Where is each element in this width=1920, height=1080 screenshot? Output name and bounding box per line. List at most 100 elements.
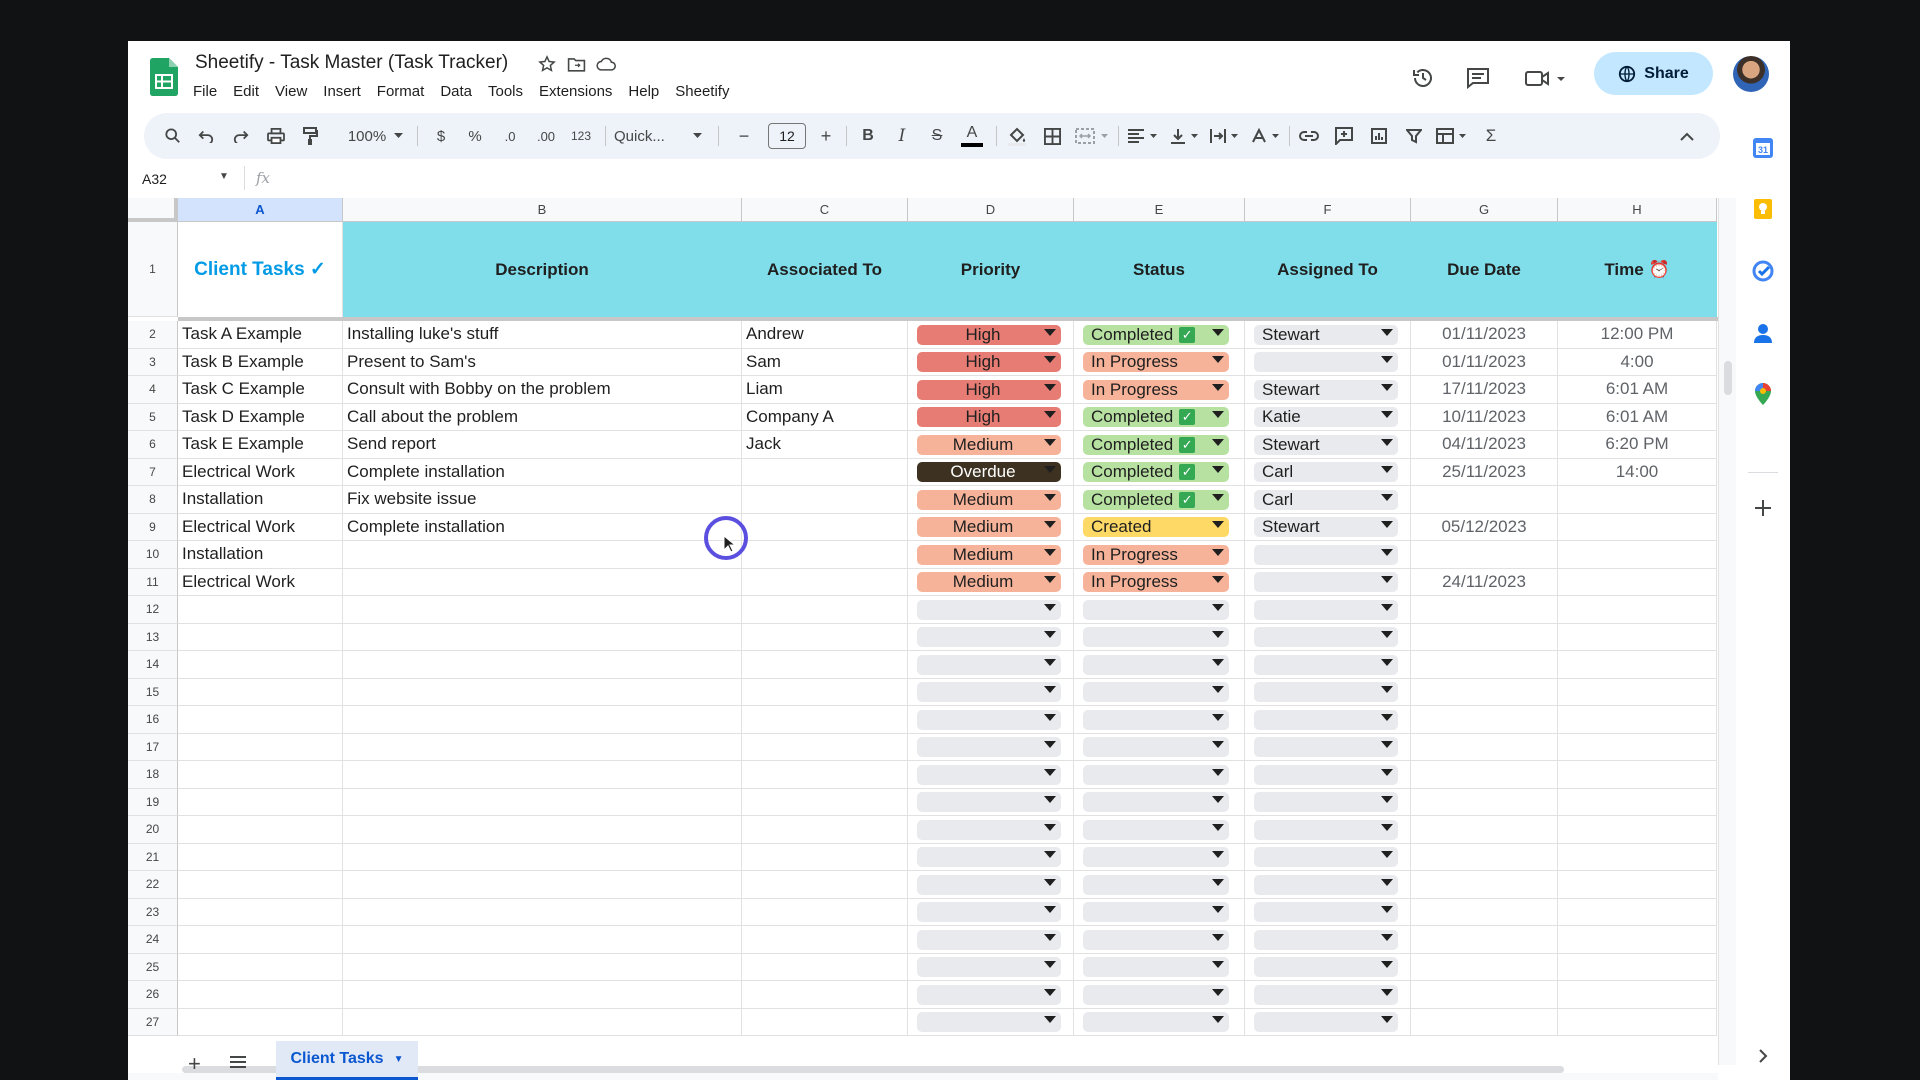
collapse-menus-icon[interactable] <box>1674 113 1700 159</box>
priority-dropdown[interactable] <box>917 764 1061 785</box>
move-folder-icon[interactable] <box>564 52 588 76</box>
cell-desc[interactable] <box>343 651 742 679</box>
cell-assoc[interactable] <box>742 871 908 899</box>
cell-due[interactable] <box>1411 761 1558 789</box>
cell-assoc[interactable] <box>742 541 908 569</box>
row-header[interactable]: 12 <box>128 596 178 624</box>
priority-dropdown[interactable]: Medium <box>917 517 1061 538</box>
insert-chart-icon[interactable] <box>1366 113 1392 159</box>
cell-desc[interactable]: Fix website issue <box>343 486 742 514</box>
dropdown-arrow-icon[interactable] <box>1044 383 1056 391</box>
assigned-dropdown[interactable] <box>1254 902 1398 923</box>
dropdown-arrow-icon[interactable] <box>1381 768 1393 776</box>
cell-assoc[interactable] <box>742 623 908 651</box>
cell-task[interactable]: Electrical Work <box>178 458 343 486</box>
insert-link-icon[interactable] <box>1296 113 1322 159</box>
dropdown-arrow-icon[interactable] <box>1381 438 1393 446</box>
dropdown-arrow-icon[interactable] <box>1212 411 1224 419</box>
dropdown-arrow-icon[interactable] <box>1044 631 1056 639</box>
priority-dropdown[interactable]: High <box>917 324 1061 345</box>
cell-task[interactable]: Installation <box>178 541 343 569</box>
maps-icon[interactable] <box>1750 381 1776 407</box>
italic-button[interactable]: I <box>890 113 914 159</box>
sheet-tab-dropdown-icon[interactable]: ▼ <box>394 1054 404 1065</box>
cell-task[interactable] <box>178 926 343 954</box>
dropdown-arrow-icon[interactable] <box>1381 796 1393 804</box>
dropdown-arrow-icon[interactable] <box>1044 328 1056 336</box>
assigned-dropdown[interactable] <box>1254 792 1398 813</box>
status-dropdown[interactable]: In Progress <box>1083 544 1229 565</box>
cell-task[interactable] <box>178 706 343 734</box>
assigned-dropdown[interactable] <box>1254 874 1398 895</box>
menu-help[interactable]: Help <box>620 81 667 102</box>
filter-icon[interactable] <box>1401 113 1427 159</box>
row-header[interactable]: 11 <box>128 568 178 596</box>
text-color-button[interactable]: A <box>959 113 985 159</box>
dropdown-arrow-icon[interactable] <box>1212 796 1224 804</box>
sheets-logo-icon[interactable] <box>150 58 178 96</box>
filter-views-icon[interactable] <box>1434 113 1472 159</box>
cell-time[interactable] <box>1558 706 1717 734</box>
font-family-select[interactable]: Quick... <box>614 113 686 159</box>
dropdown-arrow-icon[interactable] <box>1381 603 1393 611</box>
priority-dropdown[interactable]: Overdue <box>917 462 1061 483</box>
header-cell-b[interactable]: Description <box>343 222 742 317</box>
priority-dropdown[interactable] <box>917 627 1061 648</box>
priority-dropdown[interactable] <box>917 819 1061 840</box>
merge-cells-icon[interactable] <box>1073 113 1113 159</box>
status-dropdown[interactable]: Completed ✓ <box>1083 407 1229 428</box>
dropdown-arrow-icon[interactable] <box>1044 521 1056 529</box>
header-cell-e[interactable]: Status <box>1074 222 1245 317</box>
version-history-icon[interactable] <box>1406 61 1440 95</box>
status-dropdown[interactable] <box>1083 599 1229 620</box>
paint-format-icon[interactable] <box>297 113 323 159</box>
dropdown-arrow-icon[interactable] <box>1212 521 1224 529</box>
cell-time[interactable]: 6:01 AM <box>1558 403 1717 431</box>
dropdown-arrow-icon[interactable] <box>1212 686 1224 694</box>
status-dropdown[interactable]: Completed ✓ <box>1083 489 1229 510</box>
dropdown-arrow-icon[interactable] <box>1044 796 1056 804</box>
cell-time[interactable]: 4:00 <box>1558 348 1717 376</box>
status-dropdown[interactable] <box>1083 764 1229 785</box>
priority-dropdown[interactable] <box>917 847 1061 868</box>
dropdown-arrow-icon[interactable] <box>1044 988 1056 996</box>
currency-format-button[interactable]: $ <box>428 113 454 159</box>
cell-due[interactable]: 24/11/2023 <box>1411 568 1558 596</box>
cell-task[interactable]: Task C Example <box>178 376 343 404</box>
cell-time[interactable] <box>1558 623 1717 651</box>
status-dropdown[interactable] <box>1083 984 1229 1005</box>
dropdown-arrow-icon[interactable] <box>1381 878 1393 886</box>
dropdown-arrow-icon[interactable] <box>1044 713 1056 721</box>
star-icon[interactable] <box>535 52 559 76</box>
assigned-dropdown[interactable]: Carl <box>1254 489 1398 510</box>
status-dropdown[interactable] <box>1083 792 1229 813</box>
cell-due[interactable] <box>1411 733 1558 761</box>
dropdown-arrow-icon[interactable] <box>1044 548 1056 556</box>
cell-assoc[interactable] <box>742 898 908 926</box>
cell-due[interactable]: 01/11/2023 <box>1411 321 1558 349</box>
share-button[interactable]: Share <box>1594 52 1713 95</box>
cell-assoc[interactable] <box>742 568 908 596</box>
cell-time[interactable] <box>1558 733 1717 761</box>
row-header[interactable]: 13 <box>128 623 178 651</box>
priority-dropdown[interactable]: Medium <box>917 544 1061 565</box>
dropdown-arrow-icon[interactable] <box>1381 493 1393 501</box>
fill-color-icon[interactable] <box>1004 113 1030 159</box>
cell-due[interactable] <box>1411 623 1558 651</box>
cell-desc[interactable] <box>343 678 742 706</box>
column-header-d[interactable]: D <box>908 198 1074 222</box>
dropdown-arrow-icon[interactable] <box>1381 631 1393 639</box>
status-dropdown[interactable]: In Progress <box>1083 379 1229 400</box>
assigned-dropdown[interactable] <box>1254 544 1398 565</box>
status-dropdown[interactable] <box>1083 682 1229 703</box>
percent-format-button[interactable]: % <box>462 113 488 159</box>
dropdown-arrow-icon[interactable] <box>1044 961 1056 969</box>
dropdown-arrow-icon[interactable] <box>1212 823 1224 831</box>
cell-due[interactable] <box>1411 843 1558 871</box>
assigned-dropdown[interactable]: Stewart <box>1254 517 1398 538</box>
cell-assoc[interactable] <box>742 816 908 844</box>
dropdown-arrow-icon[interactable] <box>1381 741 1393 749</box>
select-all-corner[interactable] <box>128 198 178 222</box>
cell-due[interactable] <box>1411 596 1558 624</box>
cell-due[interactable] <box>1411 953 1558 981</box>
